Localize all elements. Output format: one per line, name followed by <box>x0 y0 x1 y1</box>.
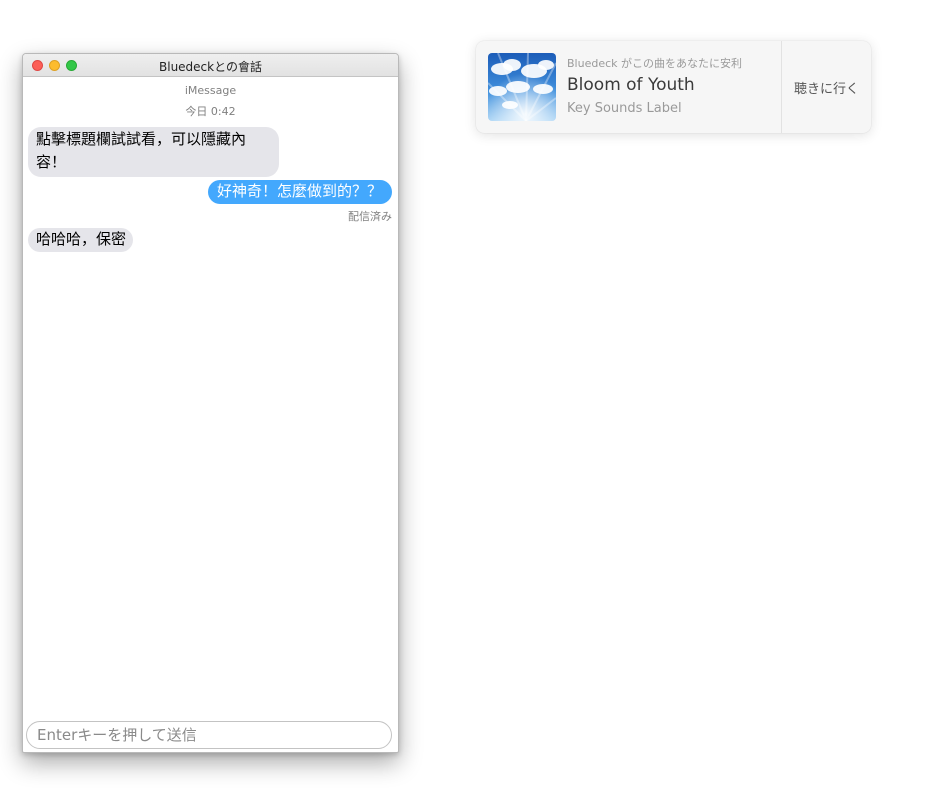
notification-app-line: Bluedeck がこの曲をあなたに安利 <box>567 57 743 70</box>
window-titlebar[interactable]: Bluedeckとの會話 <box>23 54 398 77</box>
conversation-timestamp: 今日 0:42 <box>185 105 236 118</box>
sky-clouds-album-art-icon <box>488 53 556 121</box>
sent-message-bubble: 好神奇！怎麼做到的？？ <box>207 180 392 204</box>
service-label: iMessage <box>184 84 237 97</box>
window-title[interactable]: Bluedeckとの會話 <box>23 58 398 75</box>
received-message-bubble: 點擊標題欄試試看，可以隱藏內容！ <box>28 127 279 177</box>
song-title: Bloom of Youth <box>567 75 695 95</box>
messages-window: Bluedeckとの會話 iMessage 今日 0:42 點擊標題欄試試看，可… <box>22 53 399 753</box>
message-input[interactable] <box>26 721 392 749</box>
listen-button[interactable]: 聴きに行く <box>782 41 871 133</box>
delivery-status: 配信済み <box>348 210 392 223</box>
song-notification[interactable]: Bluedeck がこの曲をあなたに安利 Bloom of Youth Key … <box>476 41 871 133</box>
song-artist: Key Sounds Label <box>567 101 682 116</box>
received-message-bubble: 哈哈哈，保密 <box>28 228 134 252</box>
